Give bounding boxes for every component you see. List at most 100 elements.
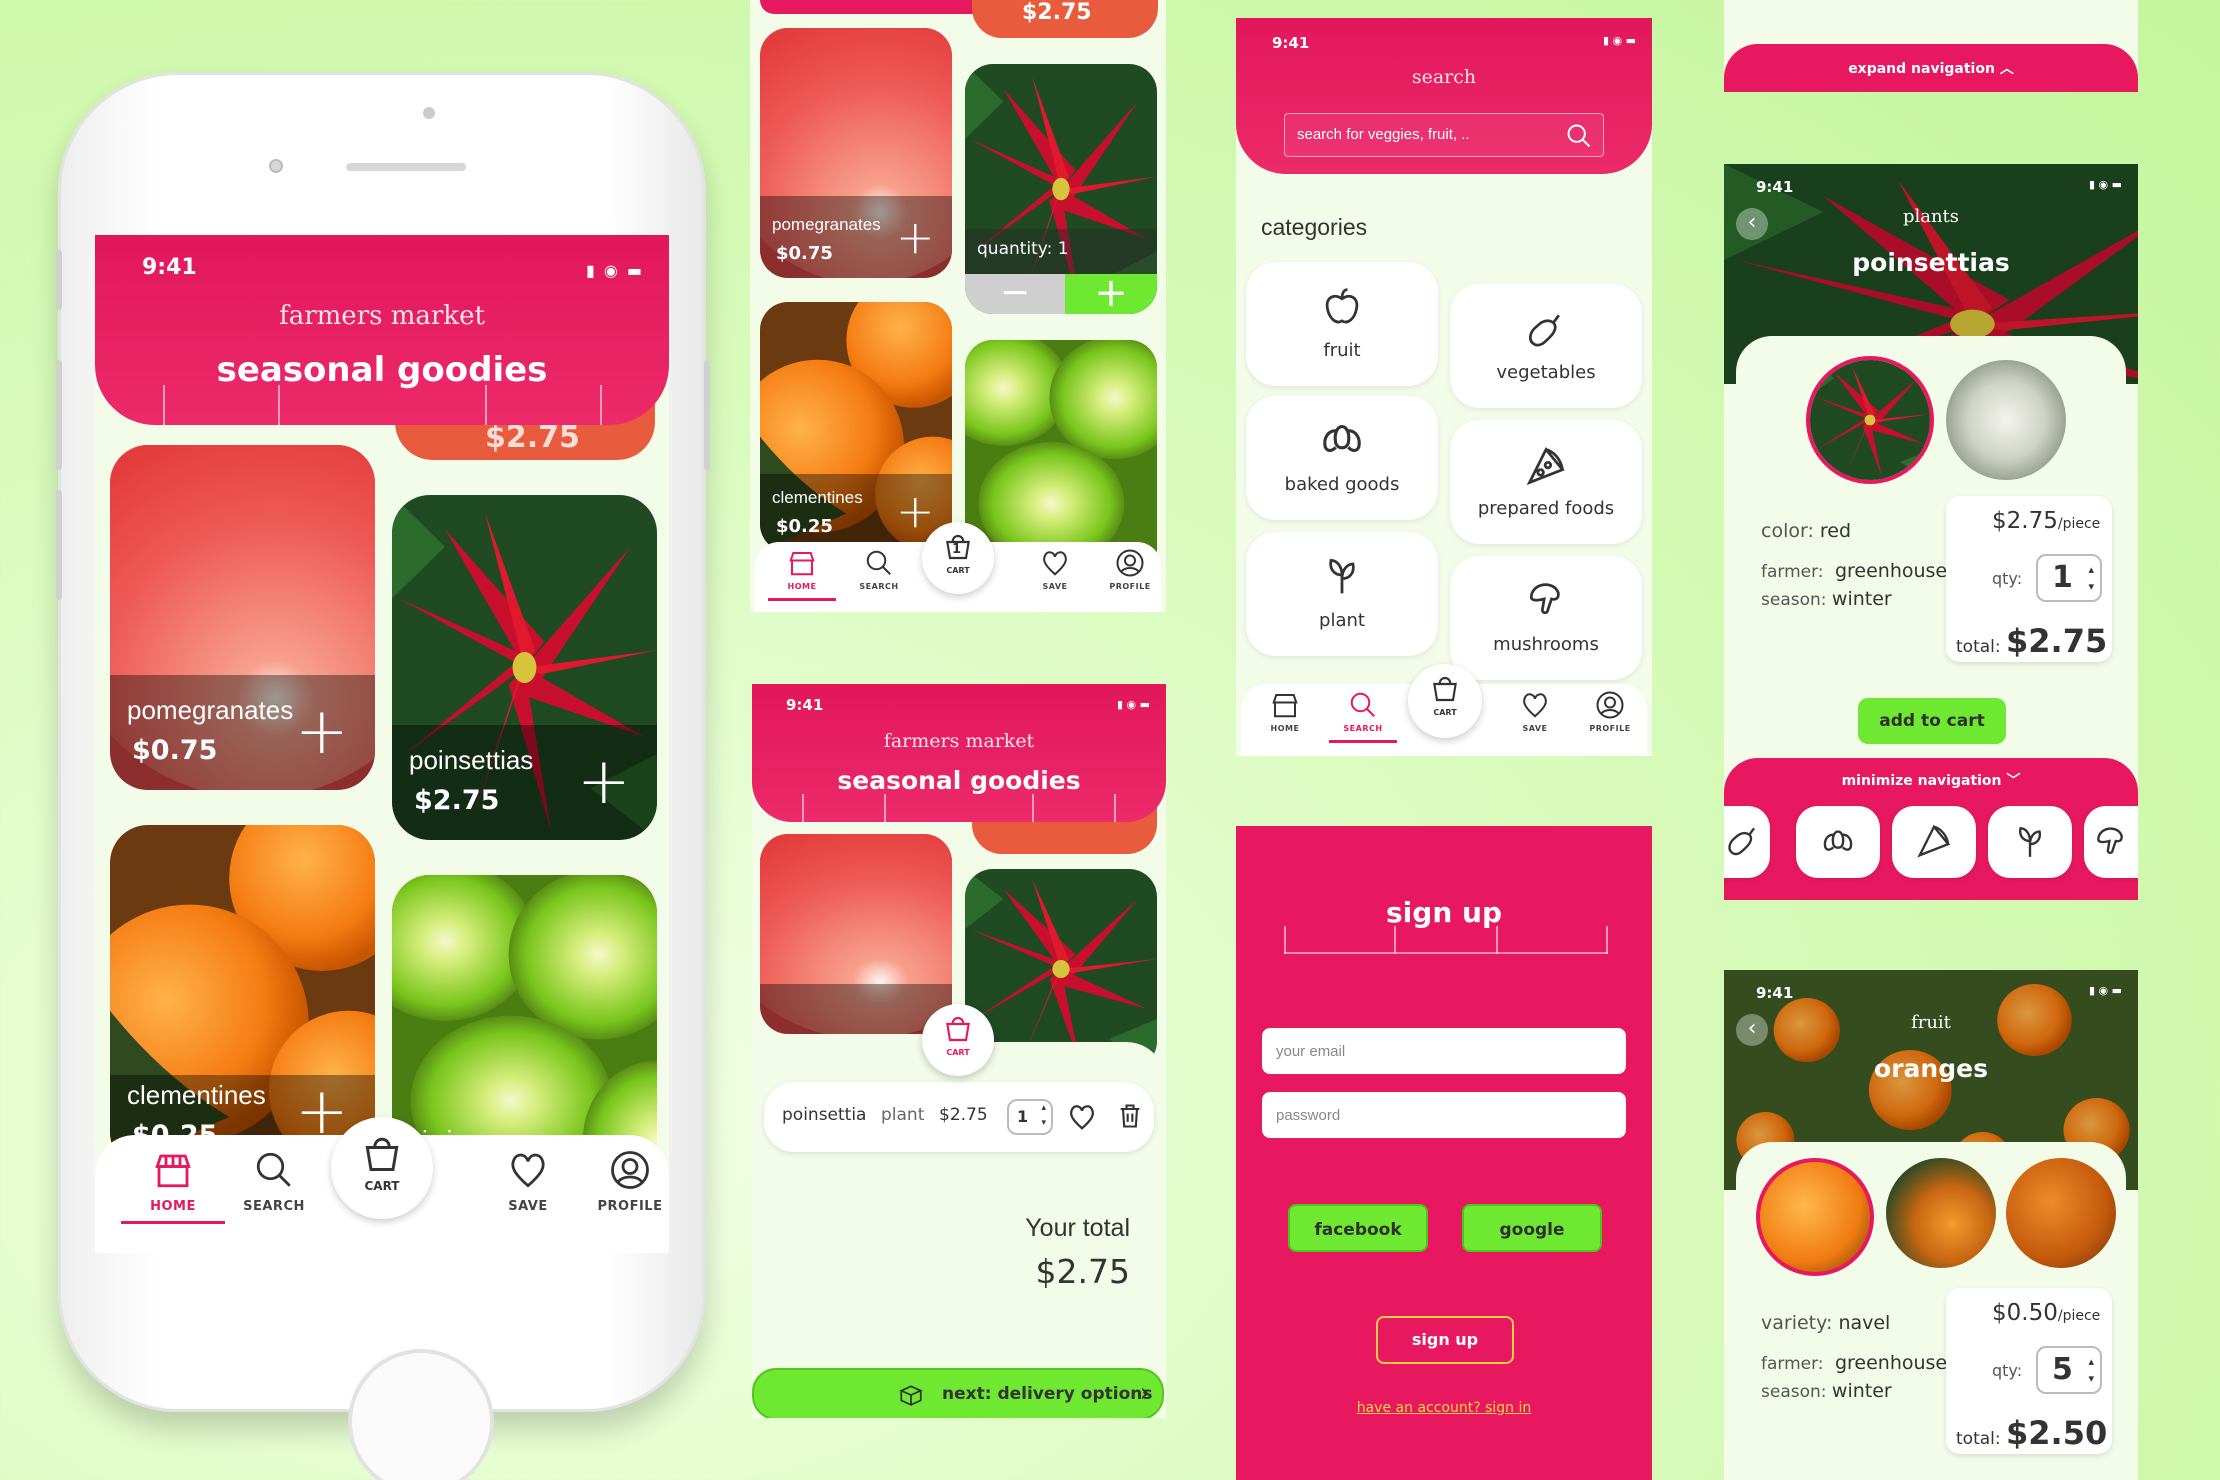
- side-button: [56, 250, 62, 310]
- eggplant-icon: [1529, 314, 1560, 347]
- category-mushrooms[interactable]: mushrooms: [1450, 556, 1642, 680]
- home-button[interactable]: [348, 1349, 494, 1480]
- add-icon[interactable]: +: [896, 214, 935, 260]
- signin-link[interactable]: have an account? sign in: [1236, 1400, 1652, 1416]
- add-to-cart-button[interactable]: add to cart: [1858, 698, 2006, 744]
- password-placeholder: password: [1276, 1107, 1341, 1124]
- add-icon[interactable]: +: [295, 700, 349, 764]
- increase-button[interactable]: +: [1065, 273, 1157, 314]
- nav-category-baked-goods[interactable]: [1796, 806, 1880, 878]
- variant-navel[interactable]: [1756, 1158, 1874, 1276]
- qty-stepper[interactable]: 5 ▴ ▾: [2036, 1346, 2102, 1394]
- partial-price: $2.75: [485, 420, 580, 455]
- variant-red[interactable]: [1806, 356, 1934, 484]
- detail-card: color: red farmer: greenhouse season: wi…: [1736, 336, 2126, 796]
- plant-icon: [1329, 558, 1355, 594]
- add-icon[interactable]: +: [896, 488, 935, 534]
- product-tile: [760, 834, 952, 1034]
- nav-label: CART: [364, 1179, 400, 1193]
- pizza-icon: [1917, 824, 1951, 858]
- variant-white[interactable]: [1946, 360, 2066, 480]
- status-time: 9:41: [1272, 34, 1310, 52]
- cart-item-row: poinsettia plant $2.75 1 ▴ ▾: [764, 1082, 1154, 1152]
- nav-category-vegetables[interactable]: [1724, 806, 1770, 878]
- nav-home[interactable]: HOME: [768, 548, 836, 601]
- mushroom-icon: [2097, 827, 2123, 855]
- cart-button[interactable]: CART: [1408, 664, 1482, 738]
- nav-label: HOME: [1270, 724, 1300, 733]
- nav-label: HOME: [787, 582, 817, 591]
- email-field[interactable]: your email: [1262, 1028, 1626, 1074]
- nav-profile[interactable]: PROFILE: [1108, 548, 1152, 591]
- unit-price: $0.50: [1992, 1300, 2058, 1326]
- nav-home[interactable]: HOME: [121, 1149, 225, 1224]
- heart-icon[interactable]: [1067, 1102, 1097, 1132]
- product-price: $2.75: [414, 785, 500, 816]
- category-plant[interactable]: plant: [1246, 532, 1438, 656]
- category-label: mushrooms: [1493, 634, 1599, 655]
- category-baked-goods[interactable]: baked goods: [1246, 396, 1438, 520]
- product-tile[interactable]: pomegranates $0.75 +: [110, 445, 375, 790]
- product-price: $0.75: [776, 243, 833, 264]
- product-tile[interactable]: poinsettias $2.75 +: [392, 495, 657, 840]
- nav-profile[interactable]: PROFILE: [1588, 690, 1632, 733]
- expand-navigation-bar[interactable]: expand navigation ︿: [1724, 44, 2138, 92]
- nav-profile[interactable]: PROFILE: [590, 1149, 669, 1214]
- cart-button[interactable]: CART: [922, 1004, 994, 1076]
- phone-sensor: [423, 107, 435, 119]
- product-tile[interactable]: clementines $0.25 +: [760, 302, 952, 552]
- category-fruit[interactable]: fruit: [1246, 262, 1438, 386]
- trash-icon[interactable]: [1116, 1100, 1144, 1132]
- category-prepared-foods[interactable]: prepared foods: [1450, 420, 1642, 544]
- farmer-value: greenhouse: [1834, 1352, 1948, 1374]
- status-icons: ▮ ◉ ▬: [1116, 698, 1150, 711]
- cart-button[interactable]: 1 CART: [922, 522, 994, 594]
- password-field[interactable]: password: [1262, 1092, 1626, 1138]
- chevron-down-icon: ﹀: [2006, 773, 2021, 789]
- minimize-label: minimize navigation: [1841, 773, 2002, 789]
- search-input[interactable]: search for veggies, fruit, ..: [1284, 113, 1604, 157]
- header-bar: 9:41 ▮ ◉ ▬ farmers market seasonal goodi…: [95, 235, 669, 425]
- farmer-value: greenhouse: [1834, 560, 1948, 582]
- qty-stepper[interactable]: 1 ▴ ▾: [1007, 1099, 1053, 1135]
- cart-button[interactable]: CART: [331, 1117, 433, 1219]
- qty-stepper[interactable]: 1 ▴ ▾: [2036, 554, 2102, 602]
- search-placeholder: search for veggies, fruit, ..: [1297, 126, 1470, 143]
- nav-label: CART: [1433, 708, 1457, 717]
- nav-category-prepared-foods[interactable]: [1892, 806, 1976, 878]
- status-time: 9:41: [142, 255, 197, 280]
- price-box: $2.75/piece qty: 1 ▴ ▾ total: $2.75: [1946, 496, 2112, 662]
- nav-home[interactable]: HOME: [1263, 690, 1307, 733]
- heart-icon: [1043, 551, 1067, 576]
- nav-save[interactable]: SAVE: [1513, 690, 1557, 733]
- product-tile[interactable]: clementines $0.25 +: [110, 825, 375, 1170]
- search-icon[interactable]: [1565, 122, 1593, 150]
- decrease-button[interactable]: −: [965, 274, 1065, 314]
- nav-search[interactable]: SEARCH: [234, 1149, 314, 1214]
- side-button: [704, 360, 710, 470]
- profile-icon: [1116, 549, 1144, 577]
- status-icons: ▮ ◉ ▬: [585, 261, 644, 280]
- facebook-button[interactable]: facebook: [1288, 1204, 1428, 1252]
- google-button[interactable]: google: [1462, 1204, 1602, 1252]
- variant-3[interactable]: [2006, 1158, 2116, 1268]
- nav-search[interactable]: SEARCH: [1329, 690, 1397, 743]
- nav-label: PROFILE: [1109, 582, 1151, 591]
- add-icon[interactable]: +: [577, 750, 631, 814]
- product-tile[interactable]: pomegranates $0.75 +: [760, 28, 952, 278]
- variant-2[interactable]: [1886, 1158, 1996, 1268]
- product-name: poinsettias: [409, 745, 534, 775]
- nav-category-mushrooms[interactable]: [2084, 806, 2138, 878]
- nav-save[interactable]: SAVE: [488, 1149, 568, 1214]
- signup-button[interactable]: sign up: [1376, 1316, 1514, 1364]
- product-tile[interactable]: quantity: 1 − +: [965, 64, 1157, 314]
- category-vegetables[interactable]: vegetables: [1450, 284, 1642, 408]
- minimize-navigation-button[interactable]: minimize navigation ﹀: [1724, 770, 2138, 790]
- next-delivery-button[interactable]: next: delivery options ›: [752, 1368, 1164, 1418]
- earpiece: [346, 163, 466, 171]
- croissant-icon: [1323, 424, 1361, 453]
- nav-save[interactable]: SAVE: [1033, 548, 1077, 591]
- nav-category-plant[interactable]: [1988, 806, 2072, 878]
- nav-search[interactable]: SEARCH: [857, 548, 901, 591]
- variety-label: variety:: [1761, 1312, 1833, 1334]
